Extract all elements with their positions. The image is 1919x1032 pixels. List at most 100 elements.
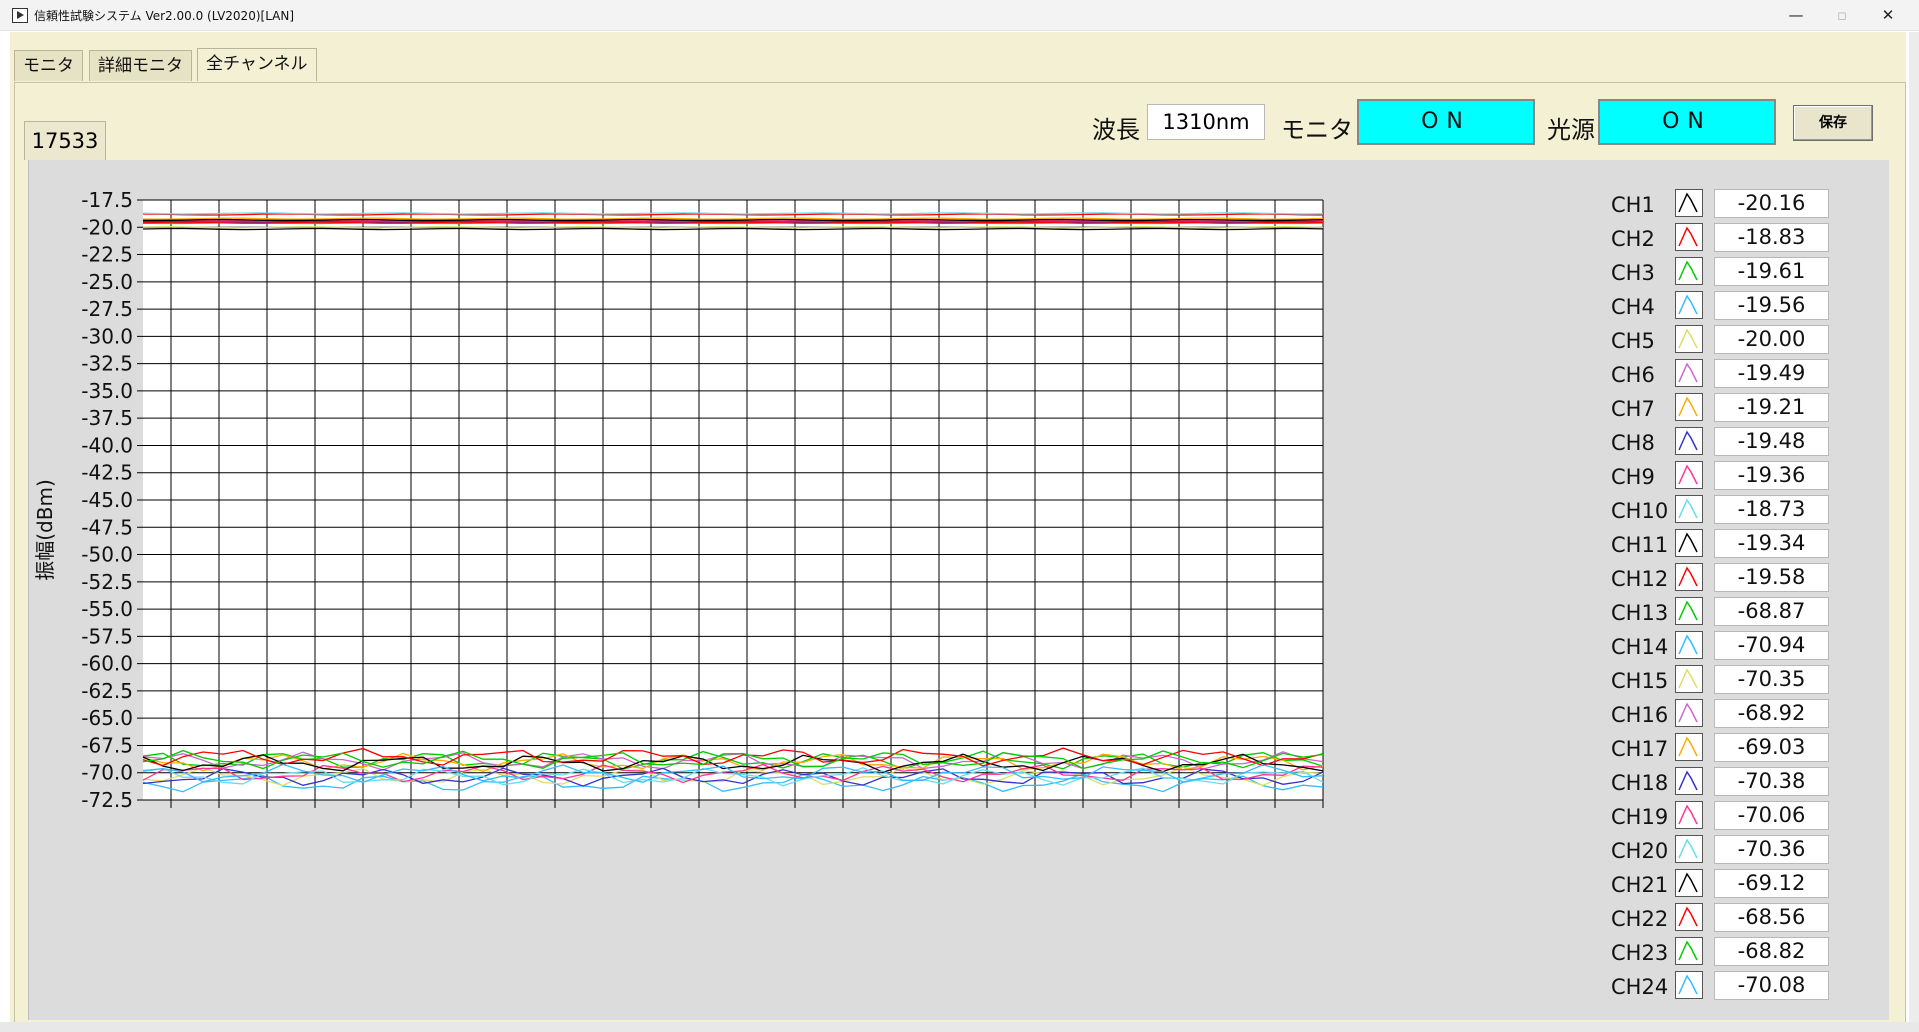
channel-value: -20.00 [1714,325,1829,354]
y-tick-label: -20.0 [81,215,133,239]
window-title: 信頼性試験システム Ver2.00.0 (LV2020)[LAN] [34,9,295,23]
channel-color-icon[interactable] [1675,665,1703,693]
channel-color-icon[interactable] [1675,563,1703,591]
channel-label: CH1 [1611,193,1655,217]
y-tick-label: -47.5 [81,515,133,539]
channel-color-icon[interactable] [1675,427,1703,455]
channel-color-icon[interactable] [1675,733,1703,761]
channel-label: CH13 [1611,601,1669,625]
y-tick-label: -67.5 [81,733,133,757]
channel-label: CH24 [1611,975,1669,999]
subtab-17533[interactable]: 17533 [24,121,106,160]
channel-color-icon[interactable] [1675,631,1703,659]
tab-all-channels[interactable]: 全チャンネル [197,48,317,81]
channel-color-icon[interactable] [1675,257,1703,285]
y-tick-label: -30.0 [81,324,133,348]
y-tick-label: -52.5 [81,570,133,594]
channel-value: -18.73 [1714,495,1829,524]
y-tick-label: -37.5 [81,406,133,430]
title-bar: 信頼性試験システム Ver2.00.0 (LV2020)[LAN] — ▫ ✕ [0,0,1919,31]
channel-value: -68.56 [1714,903,1829,932]
monitor-label: モニタ [1281,116,1353,144]
close-button[interactable]: ✕ [1865,0,1911,30]
channel-value: -19.56 [1714,291,1829,320]
y-tick-label: -50.0 [81,543,133,567]
y-tick-label: -40.0 [81,433,133,457]
channel-color-icon[interactable] [1675,903,1703,931]
tab-monitor[interactable]: モニタ [14,50,83,81]
channel-value: -19.58 [1714,563,1829,592]
channel-label: CH6 [1611,363,1655,387]
minimize-button[interactable]: — [1773,0,1819,30]
maximize-button: ▫ [1836,6,1848,24]
channel-color-icon[interactable] [1675,971,1703,999]
channel-label: CH15 [1611,669,1669,693]
channel-label: CH22 [1611,907,1669,931]
right-scrollbar[interactable] [1909,32,1919,1022]
channel-color-icon[interactable] [1675,291,1703,319]
channel-label: CH11 [1611,533,1669,557]
y-tick-label: -60.0 [81,652,133,676]
y-tick-label: -45.0 [81,488,133,512]
monitor-toggle-button[interactable]: ON [1357,99,1535,145]
channel-label: CH9 [1611,465,1655,489]
channel-value: -68.92 [1714,699,1829,728]
y-tick-label: -42.5 [81,461,133,485]
channel-value: -68.87 [1714,597,1829,626]
channel-color-icon[interactable] [1675,359,1703,387]
channel-value: -70.08 [1714,971,1829,1000]
save-button[interactable]: 保存 [1793,105,1873,141]
channel-label: CH7 [1611,397,1655,421]
light-source-toggle-button[interactable]: ON [1598,99,1776,145]
y-tick-label: -25.0 [81,270,133,294]
status-bar [0,1022,1919,1032]
channel-value: -19.48 [1714,427,1829,456]
channel-value: -69.03 [1714,733,1829,762]
y-tick-label: -27.5 [81,297,133,321]
tab-detail-monitor[interactable]: 詳細モニタ [89,50,192,81]
channel-label: CH10 [1611,499,1669,523]
channel-value: -70.38 [1714,767,1829,796]
channel-color-icon[interactable] [1675,801,1703,829]
channel-color-icon[interactable] [1675,223,1703,251]
channel-color-icon[interactable] [1675,699,1703,727]
app-icon [12,8,28,23]
channel-color-icon[interactable] [1675,495,1703,523]
channel-color-icon[interactable] [1675,325,1703,353]
wavelength-label: 波長 [1092,116,1140,144]
channel-color-icon[interactable] [1675,767,1703,795]
channel-label: CH16 [1611,703,1669,727]
channel-color-icon[interactable] [1675,937,1703,965]
channel-label: CH3 [1611,261,1655,285]
channel-color-icon[interactable] [1675,461,1703,489]
channel-value: -70.06 [1714,801,1829,830]
channel-label: CH14 [1611,635,1669,659]
channel-value: -70.94 [1714,631,1829,660]
channel-label: CH23 [1611,941,1669,965]
y-tick-label: -55.0 [81,597,133,621]
amplitude-chart: -17.5 -20.0 -22.5 -25.0 -27.5 -30.0 -32.5 -35.0… [33,188,1324,812]
channel-color-icon[interactable] [1675,393,1703,421]
y-tick-label: -72.5 [81,788,133,812]
channel-value: -19.21 [1714,393,1829,422]
channel-color-icon[interactable] [1675,597,1703,625]
y-tick-label: -17.5 [81,188,133,212]
channel-color-icon[interactable] [1675,189,1703,217]
y-axis-label: 振幅(dBm) [33,479,57,581]
channel-value: -20.16 [1714,189,1829,218]
channel-label: CH8 [1611,431,1655,455]
channel-value: -19.49 [1714,359,1829,388]
wavelength-value: 1310nm [1147,104,1265,140]
y-tick-label: -32.5 [81,352,133,376]
channel-value: -18.83 [1714,223,1829,252]
channel-color-icon[interactable] [1675,529,1703,557]
y-tick-label: -65.0 [81,706,133,730]
channel-color-icon[interactable] [1675,869,1703,897]
channel-value: -68.82 [1714,937,1829,966]
y-tick-label: -70.0 [81,761,133,785]
channel-value: -19.34 [1714,529,1829,558]
channel-value: -69.12 [1714,869,1829,898]
channel-color-icon[interactable] [1675,835,1703,863]
channel-value: -70.36 [1714,835,1829,864]
channel-label: CH18 [1611,771,1669,795]
